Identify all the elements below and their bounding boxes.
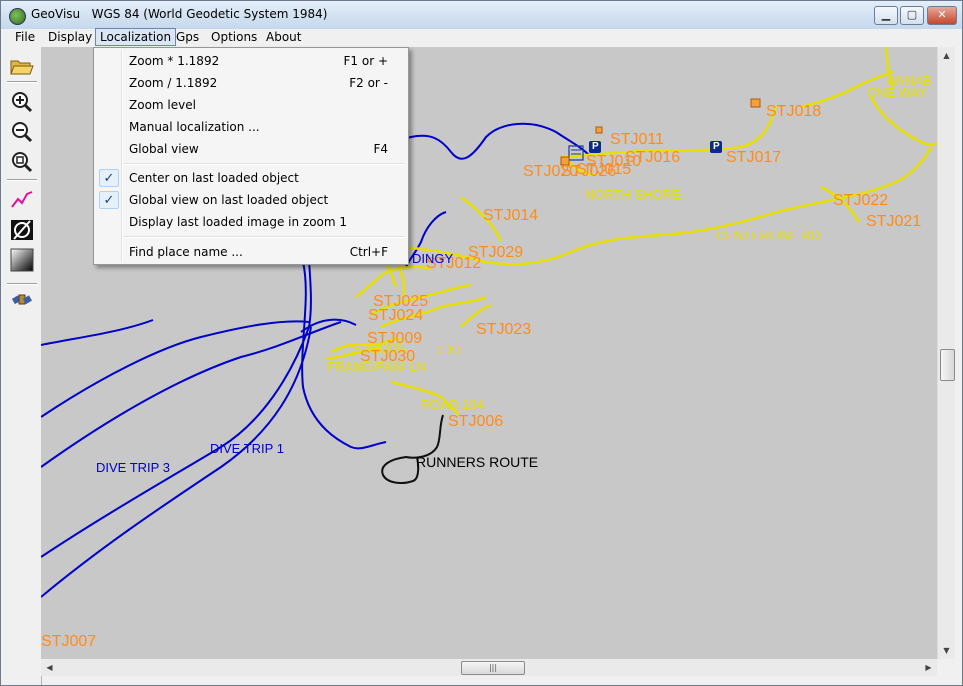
title-bar[interactable]: GeoVisu WGS 84 (World Geodetic System 19… <box>1 1 962 30</box>
menu-item-global-view-last-object[interactable]: ✓ Global view on last loaded object <box>96 190 406 210</box>
toolbar-separator <box>7 81 37 83</box>
menu-item-label: Display last loaded image in zoom 1 <box>129 215 348 229</box>
zoom-fit-button[interactable] <box>9 149 35 175</box>
toolbar-separator <box>7 283 37 285</box>
menu-item-shortcut: F1 or + <box>343 54 389 68</box>
horizontal-scrollbar[interactable]: ◀ ||| ▶ <box>41 659 937 676</box>
menu-item-label: Center on last loaded object <box>129 171 299 185</box>
menu-item-manual-localization[interactable]: Manual localization ... <box>96 117 406 137</box>
waypoint-label[interactable]: STJ011 <box>610 131 664 149</box>
road-label: EXT <box>438 342 464 357</box>
parking-letter: P <box>592 141 599 152</box>
app-window: GeoVisu WGS 84 (World Geodetic System 19… <box>0 0 963 686</box>
menu-item-label: Global view <box>129 142 199 156</box>
minimize-button[interactable]: ▁ <box>874 6 898 25</box>
gradient-icon <box>10 248 34 272</box>
localization-menu: Zoom * 1.1892 F1 or + Zoom / 1.1892 F2 o… <box>93 47 409 265</box>
zoom-in-icon <box>12 92 33 113</box>
gradient-button[interactable] <box>9 247 35 273</box>
menu-item-label: Global view on last loaded object <box>129 193 329 207</box>
vertical-scrollbar[interactable]: ▲ ▼ <box>937 47 955 659</box>
road-label: ONE WAY <box>867 85 927 100</box>
road-label: NORTH SHORE <box>585 187 681 202</box>
open-folder-button[interactable] <box>9 53 35 79</box>
menu-item-label: Zoom level <box>129 98 196 112</box>
scroll-up-arrow-icon[interactable]: ▲ <box>938 47 955 64</box>
menu-item-zoom-level[interactable]: Zoom level <box>96 95 406 115</box>
menu-item-find-place[interactable]: Find place name ... Ctrl+F <box>96 242 406 262</box>
waypoint-label[interactable]: STJ018 <box>766 103 821 121</box>
waypoint-label[interactable]: STJ024 <box>368 307 423 325</box>
menu-file[interactable]: File <box>11 29 39 46</box>
dive-track <box>41 321 342 468</box>
dive-label: DIVE TRIP 1 <box>210 441 284 456</box>
waypoint-label[interactable]: STJ021 <box>866 213 921 231</box>
checkmark-icon: ✓ <box>99 191 119 209</box>
waypoint-label[interactable]: STJ017 <box>726 149 781 167</box>
scroll-right-arrow-icon[interactable]: ▶ <box>920 659 937 676</box>
scroll-left-arrow-icon[interactable]: ◀ <box>41 659 58 676</box>
vector-icon <box>11 220 33 240</box>
road-label: FRANGIPANI LN <box>327 359 426 374</box>
menu-separator <box>124 236 404 238</box>
menu-item-label: Zoom / 1.1892 <box>129 76 218 90</box>
dive-track <box>41 319 154 346</box>
menu-item-zoom-in[interactable]: Zoom * 1.1892 F1 or + <box>96 51 406 71</box>
close-button[interactable]: ✕ <box>927 6 957 25</box>
poi-marker <box>750 98 761 108</box>
menu-separator <box>124 163 404 165</box>
road-label: ROAD 104 <box>421 397 484 412</box>
checkmark-icon: ✓ <box>99 169 119 187</box>
menu-item-center-last-object[interactable]: ✓ Center on last loaded object <box>96 168 406 188</box>
maximize-button[interactable]: ▢ <box>900 6 924 25</box>
road-label: CENTERLINE RD <box>716 228 821 243</box>
menu-item-display-last-image[interactable]: Display last loaded image in zoom 1 <box>96 212 406 232</box>
dive-label: DINGY <box>412 251 454 266</box>
left-toolbar <box>1 47 42 685</box>
parking-letter: P <box>713 141 720 152</box>
waypoint-label[interactable]: STJ022 <box>833 192 888 210</box>
window-title: GeoVisu WGS 84 (World Geodetic System 19… <box>31 7 328 21</box>
scroll-down-arrow-icon[interactable]: ▼ <box>938 642 955 659</box>
globe-icon <box>9 8 26 25</box>
menu-item-shortcut: F4 <box>373 142 388 156</box>
track-icon <box>11 191 33 208</box>
road-line <box>869 96 937 147</box>
poi-marker <box>595 126 603 134</box>
open-folder-icon <box>10 60 34 75</box>
menu-gps[interactable]: Gps <box>172 29 203 46</box>
menu-about[interactable]: About <box>262 29 305 46</box>
menu-item-shortcut: F2 or - <box>349 76 388 90</box>
menu-options[interactable]: Options <box>207 29 261 46</box>
menu-bar: File Display Localization Gps Options Ab… <box>1 28 962 46</box>
menu-item-zoom-out[interactable]: Zoom / 1.1892 F2 or - <box>96 73 406 93</box>
satellite-button[interactable] <box>9 287 35 313</box>
waypoint-label[interactable]: STJ026 <box>561 163 616 181</box>
runners-route <box>381 414 444 484</box>
waypoint-label[interactable]: STJ007 <box>41 633 96 651</box>
track-button[interactable] <box>9 187 35 213</box>
menu-item-shortcut: Ctrl+F <box>349 245 388 259</box>
menu-localization[interactable]: Localization <box>95 28 177 46</box>
vertical-scroll-thumb[interactable] <box>940 349 955 381</box>
menu-item-label: Manual localization ... <box>129 120 260 134</box>
menu-item-global-view[interactable]: Global view F4 <box>96 139 406 159</box>
waypoint-label[interactable]: STJ006 <box>448 413 503 431</box>
waypoint-label[interactable]: STJ023 <box>476 321 531 339</box>
menu-item-label: Zoom * 1.1892 <box>129 54 220 68</box>
zoom-out-icon <box>12 122 33 143</box>
satellite-icon <box>11 294 32 305</box>
menu-item-label: Find place name ... <box>129 245 243 259</box>
vector-button[interactable] <box>9 217 35 243</box>
toolbar-separator <box>7 179 37 181</box>
dive-label: DIVE TRIP 3 <box>96 460 170 475</box>
waypoint-label[interactable]: STJ014 <box>483 207 538 225</box>
zoom-in-button[interactable] <box>9 89 35 115</box>
dive-track <box>41 326 312 598</box>
zoom-out-button[interactable] <box>9 119 35 145</box>
zoom-fit-icon <box>12 152 33 173</box>
menu-display[interactable]: Display <box>44 29 96 46</box>
horizontal-scroll-thumb[interactable]: ||| <box>461 661 525 675</box>
route-label: RUNNERS ROUTE <box>416 454 539 470</box>
